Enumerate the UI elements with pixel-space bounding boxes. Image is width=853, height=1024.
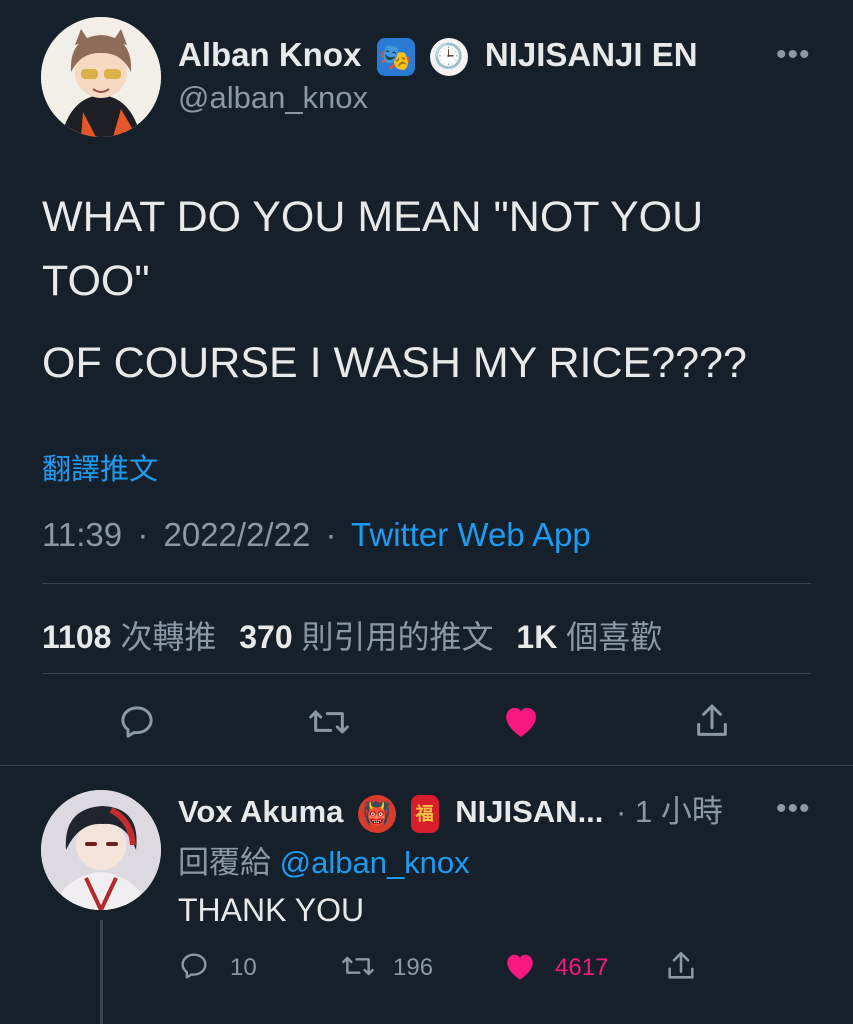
quotes-label: 則引用的推文 bbox=[301, 619, 494, 655]
separator: · bbox=[325, 516, 337, 553]
reply-display-name[interactable]: Vox Akuma bbox=[178, 794, 343, 829]
engagement-stats: 1108 次轉推 370 則引用的推文 1K 個喜歡 bbox=[42, 612, 662, 658]
likes-label: 個喜歡 bbox=[566, 619, 663, 655]
reply-author-org: NIJISAN... bbox=[455, 794, 604, 829]
retweets-stat[interactable]: 1108 次轉推 bbox=[42, 619, 225, 655]
share-icon[interactable] bbox=[692, 700, 732, 742]
reply-author-avatar[interactable] bbox=[41, 790, 161, 910]
translate-tweet-link[interactable]: 翻譯推文 bbox=[42, 446, 158, 488]
clock-icon: 🕒 bbox=[429, 38, 468, 77]
likes-stat[interactable]: 1K 個喜歡 bbox=[516, 619, 662, 655]
author-display-name[interactable]: Alban Knox bbox=[178, 36, 361, 73]
reply-retweets-count: 196 bbox=[393, 954, 434, 981]
reply-reply-icon[interactable] bbox=[178, 950, 210, 982]
tweet-timestamp: 11:39 · 2022/2/22 · Twitter Web App bbox=[42, 516, 591, 554]
replying-to: 回覆給 @alban_knox bbox=[178, 837, 470, 882]
tweet-date[interactable]: 2022/2/22 bbox=[163, 516, 310, 553]
reply-replies-count: 10 bbox=[230, 954, 257, 981]
author-avatar[interactable] bbox=[41, 17, 161, 137]
replying-to-handle[interactable]: @alban_knox bbox=[280, 845, 470, 880]
ogre-icon: 👹 bbox=[358, 794, 397, 833]
reply-share-icon[interactable] bbox=[664, 948, 698, 984]
reply-icon[interactable] bbox=[117, 702, 157, 742]
tweet-source-link[interactable]: Twitter Web App bbox=[351, 516, 591, 553]
reply-retweet-icon[interactable] bbox=[340, 950, 376, 982]
author-name[interactable]: Alban Knox 🎭 🕒 NIJISANJI EN bbox=[178, 36, 698, 77]
author-handle[interactable]: @alban_knox bbox=[178, 80, 368, 116]
reply-like-icon[interactable] bbox=[502, 948, 538, 984]
reply-author-name[interactable]: Vox Akuma 👹 福 NIJISAN... · 1 小時 bbox=[178, 786, 723, 833]
tweet-text-line2: OF COURSE I WASH MY RICE???? bbox=[42, 339, 747, 387]
divider bbox=[42, 583, 811, 584]
reply-text: THANK YOU bbox=[178, 892, 365, 928]
likes-count: 1K bbox=[516, 619, 558, 655]
separator: · bbox=[137, 516, 149, 553]
quotes-count: 370 bbox=[239, 619, 293, 655]
performing-arts-icon: 🎭 bbox=[376, 38, 415, 77]
reply-likes-count: 4617 bbox=[555, 954, 609, 981]
reply-time[interactable]: · 1 小時 bbox=[616, 794, 723, 829]
tweet-text-line1: WHAT DO YOU MEAN "NOT YOU TOO" bbox=[42, 193, 704, 305]
more-options-icon[interactable]: ••• bbox=[776, 38, 811, 72]
retweets-count: 1108 bbox=[42, 619, 112, 655]
retweet-icon[interactable] bbox=[307, 702, 351, 742]
replying-to-label: 回覆給 bbox=[178, 845, 271, 880]
tweet-time[interactable]: 11:39 bbox=[42, 516, 122, 553]
red-envelope-icon: 福 bbox=[410, 794, 439, 833]
like-icon[interactable] bbox=[500, 700, 542, 742]
author-org: NIJISANJI EN bbox=[484, 36, 698, 73]
quotes-stat[interactable]: 370 則引用的推文 bbox=[239, 619, 502, 655]
divider bbox=[0, 765, 853, 766]
thread-line bbox=[100, 920, 103, 1024]
reply-more-options-icon[interactable]: ••• bbox=[776, 792, 811, 826]
retweets-label: 次轉推 bbox=[120, 619, 217, 655]
divider bbox=[42, 673, 811, 674]
